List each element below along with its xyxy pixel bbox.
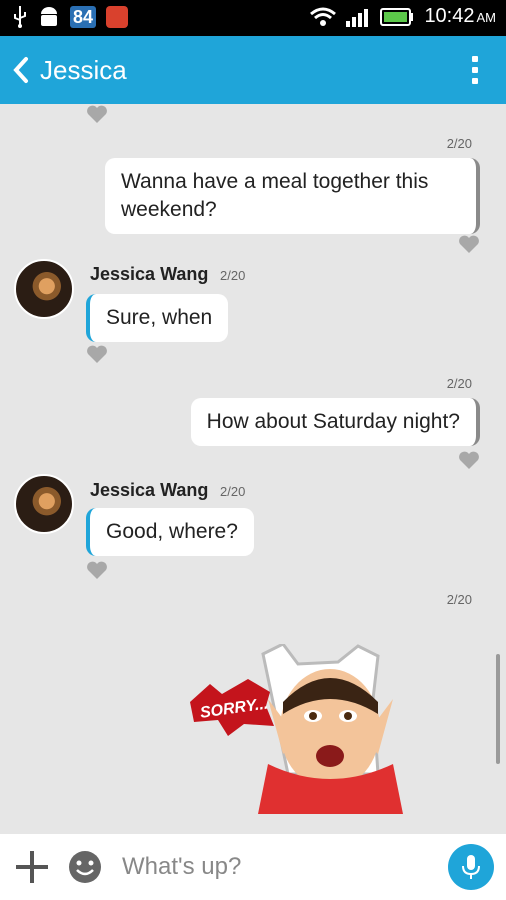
avatar[interactable] (14, 474, 74, 534)
app-icon (106, 6, 129, 28)
notification-icons: 84 (12, 6, 129, 28)
composer-bar (0, 834, 506, 900)
message-timestamp: 2/20 (220, 484, 246, 499)
signal-icon (346, 8, 369, 27)
message-text: Good, where? (106, 520, 238, 543)
usb-icon (14, 6, 26, 28)
chat-list[interactable]: 2/20 Wanna have a meal together this wee… (0, 104, 506, 834)
heart-icon[interactable] (458, 234, 480, 254)
message-timestamp: 2/20 (446, 136, 472, 151)
sorry-sticker[interactable]: SORRY... (188, 644, 418, 814)
message-text: Sure, when (106, 306, 213, 329)
message-timestamp: 2/20 (446, 376, 472, 391)
overflow-menu-icon[interactable] (472, 56, 478, 84)
wifi-icon (310, 7, 337, 26)
incoming-message-bubble[interactable]: Good, where? (86, 508, 254, 556)
heart-icon[interactable] (86, 104, 108, 124)
back-button[interactable]: Jessica (12, 55, 127, 86)
battery-icon (380, 7, 414, 26)
heart-icon[interactable] (86, 344, 108, 364)
outgoing-message-bubble[interactable]: How about Saturday night? (190, 398, 480, 446)
message-text: How about Saturday night? (206, 410, 460, 433)
message-timestamp: 2/20 (446, 592, 472, 607)
conversation-title: Jessica (40, 54, 127, 85)
emoji-icon[interactable] (68, 850, 102, 884)
plus-icon[interactable] (14, 849, 50, 885)
app-bar: Jessica (0, 36, 506, 104)
message-timestamp: 2/20 (220, 268, 246, 283)
sender-name: Jessica Wang (90, 264, 209, 284)
heart-icon[interactable] (86, 560, 108, 580)
mic-button[interactable] (448, 844, 494, 890)
heart-icon[interactable] (458, 450, 480, 470)
android-icon (41, 7, 57, 26)
incoming-message-bubble[interactable]: Sure, when (86, 294, 229, 342)
message-text: Wanna have a meal together this weekend? (121, 170, 429, 221)
system-status: 10:42 AM (310, 5, 496, 28)
outgoing-message-bubble[interactable]: Wanna have a meal together this weekend? (105, 158, 480, 234)
clock: 10:42 AM (424, 5, 496, 27)
app-badge: 84 (70, 6, 97, 28)
sender-name: Jessica Wang (90, 480, 209, 500)
message-input[interactable] (122, 853, 422, 881)
back-icon (13, 57, 28, 83)
status-bar: 84 10:42 AM (0, 0, 506, 36)
scrollbar[interactable] (496, 654, 500, 764)
mic-icon (462, 855, 480, 879)
avatar[interactable] (14, 259, 74, 319)
